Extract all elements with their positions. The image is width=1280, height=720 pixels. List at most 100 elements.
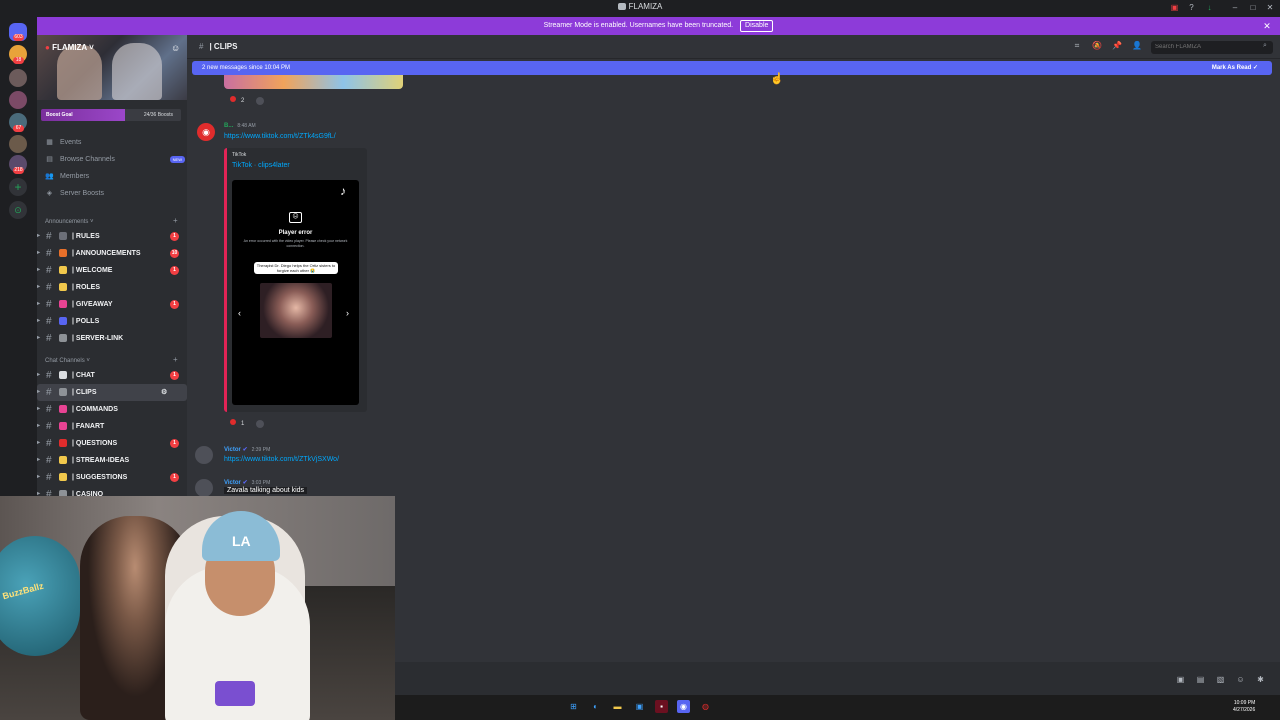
create-channel-icon[interactable]: + [173, 216, 178, 225]
channel-emoji-icon [59, 317, 67, 325]
category-announcements[interactable]: Announcements ˅ [45, 217, 94, 227]
mention-badge: 1 [170, 232, 179, 241]
channel-emoji-icon [59, 456, 67, 464]
channel-item[interactable]: ▸ # | QUESTIONS 1 [37, 435, 187, 452]
download-icon[interactable]: ↓ [1205, 3, 1214, 12]
mark-as-read-button[interactable]: Mark As Read ✓ [1212, 61, 1258, 75]
boost-goal-bar[interactable]: Boost Goal 24/36 Boosts [41, 109, 181, 121]
boost-goal-label: Boost Goal [46, 112, 73, 118]
reaction-chip[interactable]: 2 [230, 95, 244, 107]
channel-item[interactable]: ▸ # | COMMANDS [37, 401, 187, 418]
message-author[interactable]: Victor ✔ 2:39 PM [224, 446, 270, 453]
apps-icon[interactable]: ✱ [1256, 675, 1265, 684]
avatar[interactable]: ◉ [197, 123, 215, 141]
chevron-right-icon: ▸ [37, 318, 41, 324]
add-server-icon[interactable]: + [9, 178, 27, 196]
pin-icon[interactable]: 📌 [1112, 41, 1122, 50]
window-close-icon[interactable]: ✕ [1265, 3, 1275, 13]
tiktok-player[interactable]: ♪ ☹ Player error An error occurred with … [232, 180, 359, 405]
channel-item[interactable]: ▸ # | GIVEAWAY 1 [37, 296, 187, 313]
chevron-left-icon[interactable]: ‹ [238, 308, 241, 318]
channel-item[interactable]: ▸ # | CLIPS ⚙ [37, 384, 187, 401]
boost-count: 24/36 Boosts [143, 112, 173, 118]
message-composer-area[interactable] [395, 662, 1280, 695]
chevron-right-icon: ▸ [37, 372, 41, 378]
server-icon[interactable] [9, 69, 27, 87]
category-chat-channels[interactable]: Chat Channels ˅ [45, 356, 90, 366]
chevron-right-icon: ▸ [37, 335, 41, 341]
channel-item[interactable]: ▸ # | SUGGESTIONS 1 [37, 469, 187, 486]
store-icon[interactable]: ▣ [633, 700, 646, 713]
message-link[interactable]: https://www.tiktok.com/t/ZTk4sG9fL/ [224, 133, 336, 140]
embed-provider: TikTok [232, 152, 247, 158]
channel-item[interactable]: ▸ # | STREAM-IDEAS [37, 452, 187, 469]
sticker-icon[interactable]: ▧ [1216, 675, 1225, 684]
emoji-icon[interactable]: ☺ [1236, 675, 1245, 684]
gif-icon[interactable]: ▤ [1196, 675, 1205, 684]
channel-item[interactable]: ▸ # | FANART [37, 418, 187, 435]
channel-item[interactable]: ▸ # | ANNOUNCEMENTS 10 [37, 245, 187, 262]
minimize-icon[interactable]: – [1230, 3, 1240, 13]
tiktok-logo-icon: ♪ [340, 184, 346, 198]
server-boosts-link[interactable]: ◈ Server Boosts [45, 187, 104, 200]
avatar[interactable] [195, 479, 213, 497]
banner-close-icon[interactable]: ✕ [1262, 17, 1272, 35]
start-menu-icon[interactable]: ⊞ [567, 700, 580, 713]
window-title: FLAMIZA [0, 2, 1280, 11]
server-icon[interactable] [9, 135, 27, 153]
chevron-right-icon: ▸ [37, 474, 41, 480]
maximize-icon[interactable]: □ [1248, 3, 1258, 13]
edge-browser-icon[interactable]: ◐ [589, 700, 602, 713]
obs-icon[interactable]: ▪ [655, 700, 668, 713]
server-icon[interactable] [9, 91, 27, 109]
member-list-icon[interactable]: 👤 [1132, 41, 1142, 50]
add-reaction-icon[interactable] [256, 420, 264, 428]
inbox-icon[interactable]: ▣ [1170, 3, 1179, 12]
discord-taskbar-icon[interactable]: ◉ [677, 700, 690, 713]
embed-title[interactable]: TikTok · clips4later [232, 162, 290, 169]
gift-icon[interactable]: ▣ [1176, 675, 1185, 684]
discover-icon[interactable]: ⊙ [9, 201, 27, 219]
chevron-right-icon[interactable]: › [346, 308, 349, 318]
channel-item[interactable]: ▸ # | WELCOME 1 [37, 262, 187, 279]
buzzballz-jar: BuzzBallz [0, 536, 80, 656]
channel-item[interactable]: ▸ # | SERVER-LINK [37, 330, 187, 347]
taskbar [395, 695, 1280, 720]
search-input[interactable] [1151, 41, 1273, 54]
members-link[interactable]: 👥 Members [45, 170, 89, 183]
channel-item[interactable]: ▸ # | POLLS [37, 313, 187, 330]
system-clock[interactable]: 10:09 PM 4/27/2026 [1233, 700, 1255, 714]
server-name[interactable]: ● FLAMIZA ˅ [45, 43, 94, 52]
phone [215, 681, 255, 706]
chrome-icon[interactable]: ◍ [699, 700, 712, 713]
mention-badge: 1 [170, 371, 179, 380]
previous-embed-image[interactable] [224, 75, 403, 89]
channel-name: | COMMANDS [72, 406, 118, 413]
new-messages-bar[interactable]: 2 new messages since 10:04 PM Mark As Re… [192, 61, 1272, 75]
search-icon: ⌕ [1263, 42, 1267, 49]
help-icon[interactable]: ? [1187, 3, 1196, 12]
channel-emoji-icon [59, 439, 67, 447]
channel-item[interactable]: ▸ # | ROLES [37, 279, 187, 296]
file-explorer-icon[interactable]: ▬ [611, 700, 624, 713]
threads-icon[interactable]: ⌗ [1072, 41, 1082, 51]
browse-channels-link[interactable]: ▤ Browse Channels NEW [45, 153, 185, 166]
add-reaction-icon[interactable] [256, 97, 264, 105]
channel-emoji-icon [59, 473, 67, 481]
channel-settings-icon[interactable]: ⚙ [161, 384, 167, 401]
avatar[interactable] [195, 446, 213, 464]
channel-item[interactable]: ▸ # | RULES 1 [37, 228, 187, 245]
reaction-chip[interactable]: 1 [230, 418, 244, 430]
invite-icon[interactable]: ☺ [171, 43, 180, 53]
chevron-right-icon: ▸ [37, 389, 41, 395]
player-error-detail: An error occurred with the video player.… [243, 239, 348, 248]
message-link[interactable]: https://www.tiktok.com/t/ZTkVjSXWo/ [224, 456, 339, 463]
message-author[interactable]: B... 8:48 AM [224, 123, 256, 129]
message-author[interactable]: Victor ✔ 3:03 PM [224, 479, 270, 486]
server-rail: 603 18 67 218 + ⊙ [0, 17, 37, 500]
channel-item[interactable]: ▸ # | CHAT 1 [37, 367, 187, 384]
disable-streamer-mode-button[interactable]: Disable [740, 20, 774, 32]
create-channel-icon[interactable]: + [173, 355, 178, 364]
notification-icon[interactable]: 🔕 [1092, 41, 1102, 50]
events-link[interactable]: ▦ Events [45, 136, 81, 149]
